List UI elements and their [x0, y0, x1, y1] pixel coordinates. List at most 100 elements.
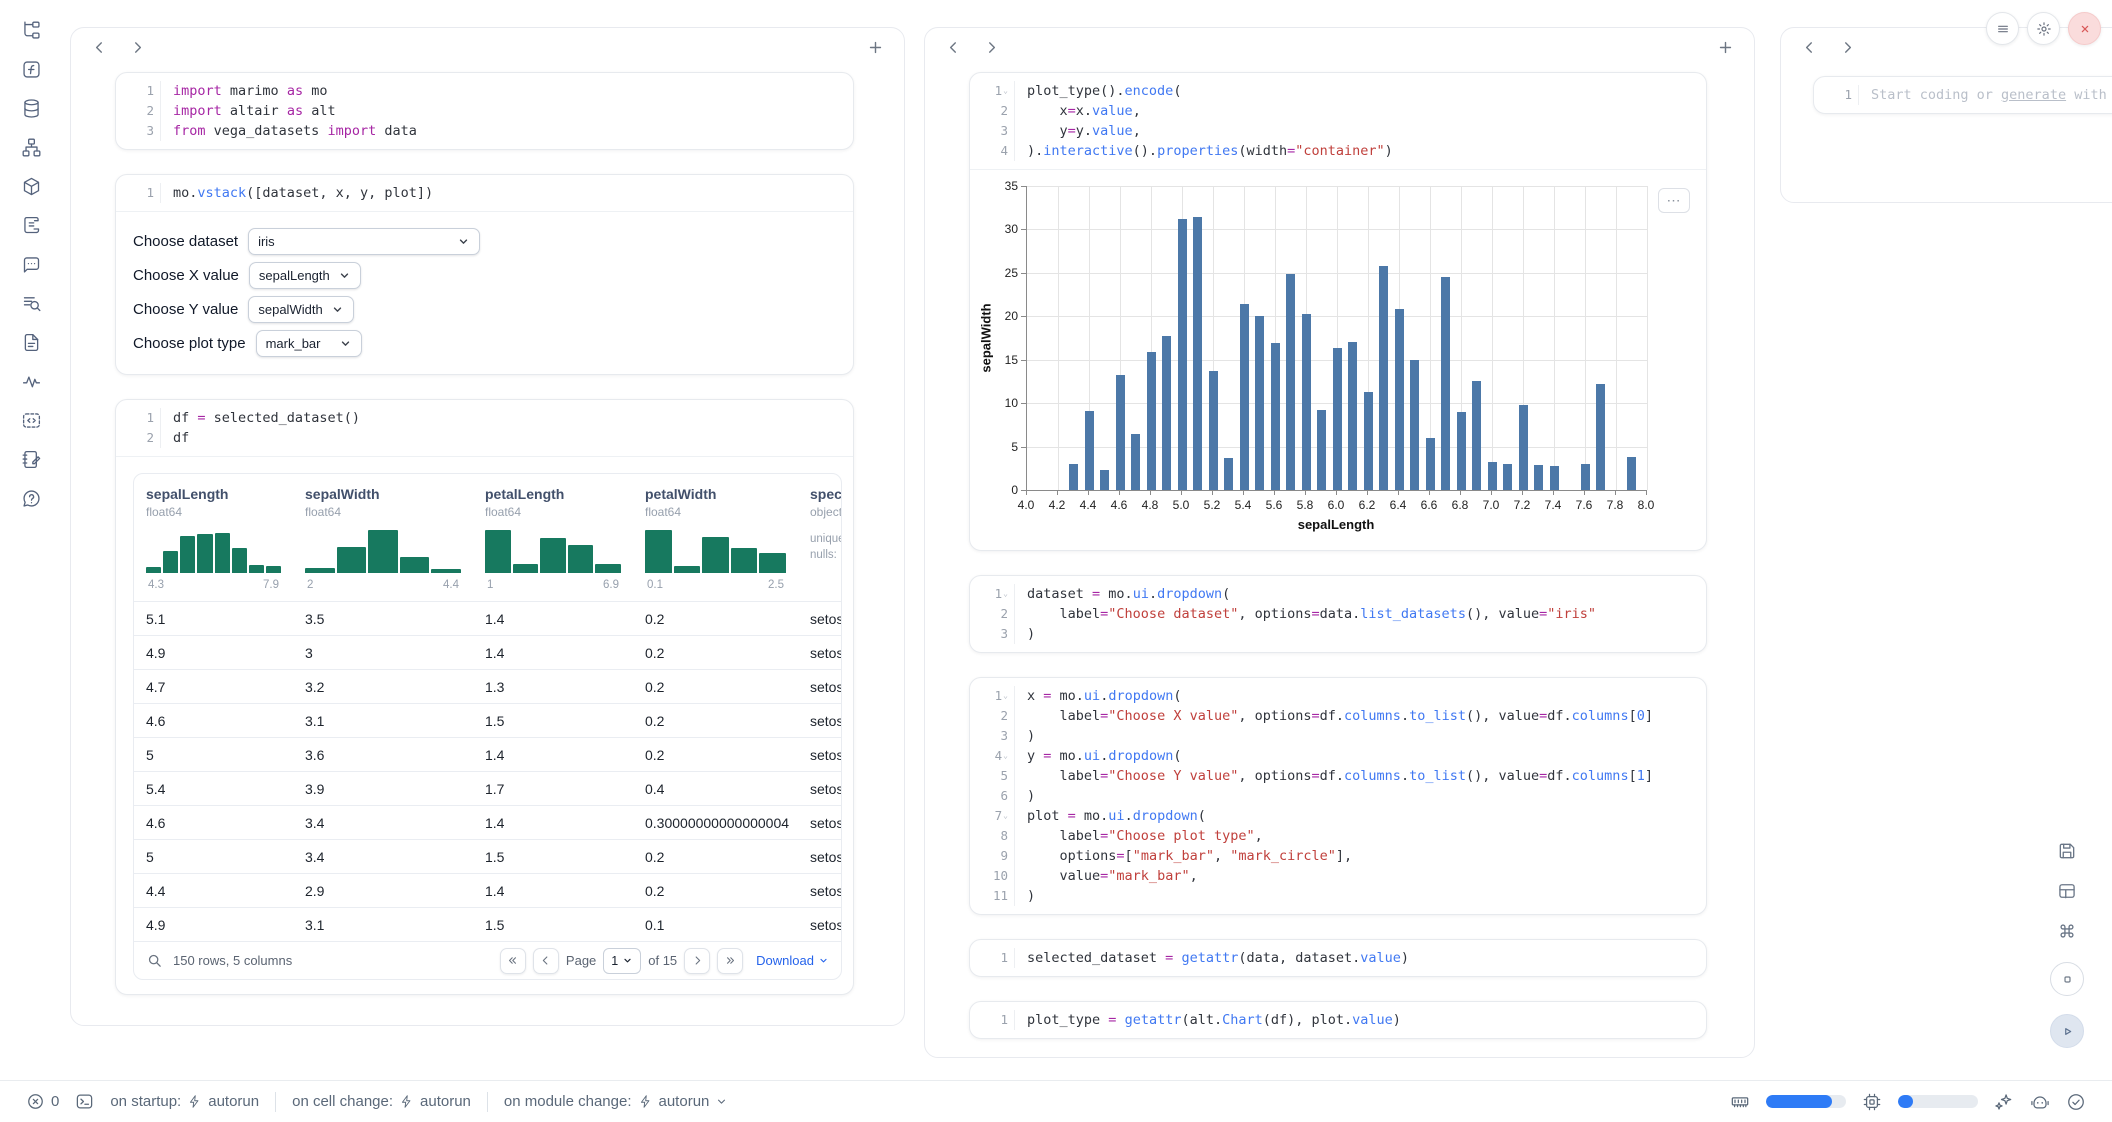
dependency-graph-panel-button[interactable] [19, 135, 43, 159]
runtime-config-button[interactable]: on module change:autorun [504, 1093, 728, 1110]
error-count: 0 [51, 1093, 59, 1110]
page-select[interactable]: 1 [603, 948, 641, 974]
chevron-right-icon [1839, 39, 1856, 56]
table-cell: 0.2 [633, 713, 798, 729]
code-editor[interactable]: 1⌄x = mo.ui.dropdown(2 label="Choose X v… [970, 678, 1706, 914]
table-cell: 0.2 [633, 883, 798, 899]
chevron-right-icon [691, 954, 704, 967]
chart-options-button[interactable]: ⋯ [1658, 188, 1690, 213]
errors-indicator[interactable]: 0 [26, 1092, 59, 1111]
dataset-select[interactable]: iris [248, 228, 480, 255]
line-number: 1 [1814, 85, 1859, 105]
add-cell-button[interactable] [1717, 39, 1734, 56]
bolt-icon [187, 1094, 202, 1109]
download-button[interactable]: Download [756, 953, 829, 968]
bot-button[interactable] [2030, 1092, 2050, 1112]
code-editor[interactable]: 1plot_type = getattr(alt.Chart(df), plot… [970, 1002, 1706, 1038]
code-editor[interactable]: 1mo.vstack([dataset, x, y, plot]) [116, 175, 853, 211]
x-tick-label: 4.6 [1111, 498, 1128, 512]
scratchpad-panel-button[interactable] [19, 408, 43, 432]
y-value-select[interactable]: sepalWidth [248, 296, 354, 323]
y-value-select-row: Choose Y value sepalWidth [133, 292, 853, 326]
save-button[interactable] [2054, 838, 2080, 864]
x-tick-label: 4.0 [1018, 498, 1035, 512]
first-page-button[interactable] [500, 948, 526, 974]
chevron-down-icon [622, 955, 633, 966]
logs-panel-button[interactable] [19, 291, 43, 315]
chat-panel-button[interactable] [19, 252, 43, 276]
terminal-button[interactable] [75, 1092, 94, 1111]
command-button[interactable] [2054, 918, 2080, 944]
tracing-panel-button[interactable] [19, 369, 43, 393]
divider [275, 1092, 276, 1112]
line-number: 4⌄ [970, 746, 1015, 766]
column-header[interactable]: petalLength [485, 486, 621, 502]
column-histogram [485, 528, 621, 573]
close-button[interactable] [2068, 12, 2101, 45]
runtime-config-button[interactable]: on cell change:autorun [292, 1093, 471, 1110]
column-header[interactable]: sepalLength [146, 486, 281, 502]
line-number: 7⌄ [970, 806, 1015, 826]
history-back-button[interactable] [91, 39, 108, 56]
history-back-button[interactable] [1801, 39, 1818, 56]
column-histogram [146, 528, 281, 573]
table-search-button[interactable] [146, 952, 163, 969]
fold-toggle-icon[interactable]: ⌄ [1003, 692, 1008, 700]
xy-plot-dropdowns-cell: 1⌄x = mo.ui.dropdown(2 label="Choose X v… [969, 677, 1707, 915]
history-back-button[interactable] [945, 39, 962, 56]
database-panel-button[interactable] [19, 96, 43, 120]
column-header[interactable]: sepalWidth [305, 486, 461, 502]
documentation-panel-button[interactable] [19, 213, 43, 237]
bar [1178, 219, 1187, 490]
fold-toggle-icon[interactable]: ⌄ [1003, 590, 1008, 598]
prev-page-button[interactable] [533, 948, 559, 974]
history-forward-button[interactable] [129, 39, 146, 56]
run-button[interactable] [2050, 1014, 2084, 1048]
history-forward-button[interactable] [983, 39, 1000, 56]
config-label: on startup: [110, 1093, 181, 1110]
menu-button[interactable] [1986, 12, 2019, 45]
sparkles-button[interactable] [1994, 1092, 2014, 1112]
interrupt-button[interactable] [2050, 962, 2084, 996]
column-stats: unique:nulls: [810, 531, 842, 563]
code-editor[interactable]: 1selected_dataset = getattr(data, datase… [970, 940, 1706, 976]
table-row: 4.63.41.40.30000000000000004setosa [134, 805, 841, 839]
table-cell: 3.5 [293, 611, 473, 627]
x-value-select[interactable]: sepalLength [249, 262, 361, 289]
fold-toggle-icon[interactable]: ⌄ [1003, 87, 1008, 95]
fold-toggle-icon[interactable]: ⌄ [1003, 812, 1008, 820]
bar [1271, 343, 1280, 490]
notebook-column-2: 1⌄plot_type().encode(2 x=x.value,3 y=y.v… [924, 27, 1755, 1058]
table-cell: 3.2 [293, 679, 473, 695]
history-forward-button[interactable] [1839, 39, 1856, 56]
table-cell: 0.2 [633, 679, 798, 695]
layout-button[interactable] [2054, 878, 2080, 904]
code-editor[interactable]: 1⌄plot_type().encode(2 x=x.value,3 y=y.v… [970, 73, 1706, 169]
column-header[interactable]: species [810, 486, 842, 502]
help-panel-button[interactable] [19, 486, 43, 510]
chevron-down-icon [338, 269, 351, 282]
plus-icon [1717, 39, 1734, 56]
double-chevron-left-icon [506, 954, 519, 967]
scratchpad-editor[interactable]: 1 Start coding or generate with AI [1814, 77, 2112, 113]
code-editor[interactable]: 1df = selected_dataset()2df [116, 400, 853, 456]
runtime-config-button[interactable]: on startup:autorun [110, 1093, 259, 1110]
add-cell-button[interactable] [867, 39, 884, 56]
last-page-button[interactable] [717, 948, 743, 974]
column-header[interactable]: petalWidth [645, 486, 786, 502]
gear-button[interactable] [2027, 12, 2060, 45]
packages-panel-button[interactable] [19, 174, 43, 198]
plot-type-select[interactable]: mark_bar [256, 330, 362, 357]
dropdown-label: Choose Y value [133, 301, 238, 318]
notebook-panel-button[interactable] [19, 447, 43, 471]
next-page-button[interactable] [684, 948, 710, 974]
fold-toggle-icon[interactable]: ⌄ [1003, 752, 1008, 760]
generate-link[interactable]: generate [2001, 87, 2066, 103]
table-cell: 3.4 [293, 815, 473, 831]
code-editor[interactable]: 1⌄dataset = mo.ui.dropdown(2 label="Choo… [970, 576, 1706, 652]
check-circle-button[interactable] [2066, 1092, 2086, 1112]
snippets-panel-button[interactable] [19, 330, 43, 354]
functions-panel-button[interactable] [19, 57, 43, 81]
code-editor[interactable]: 1import marimo as mo2import altair as al… [116, 73, 853, 149]
file-tree-panel-button[interactable] [19, 18, 43, 42]
